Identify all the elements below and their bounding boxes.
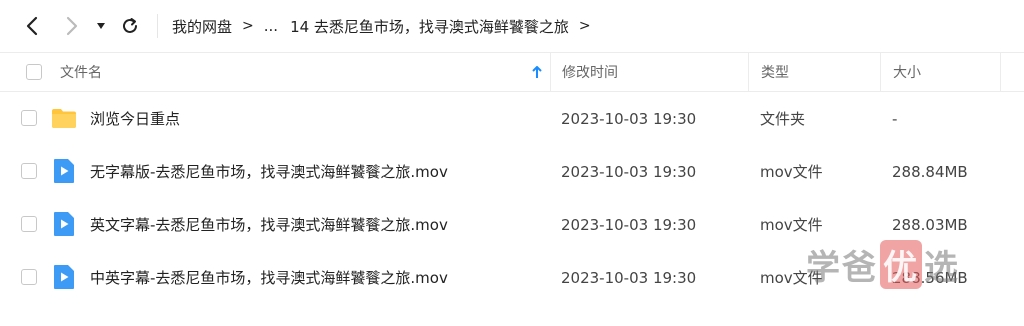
toolbar-divider (157, 14, 158, 38)
chevron-left-icon (26, 16, 38, 36)
video-file-icon (54, 265, 74, 289)
file-modified: 2023-10-03 19:30 (561, 268, 697, 287)
breadcrumb-ellipsis[interactable]: ... (264, 17, 278, 35)
file-size: - (892, 109, 898, 128)
column-header-modified[interactable]: 修改时间 (550, 53, 748, 91)
history-dropdown-button[interactable] (90, 12, 112, 40)
forward-button[interactable] (58, 12, 86, 40)
caret-down-icon (97, 23, 105, 29)
column-header-type-label: 类型 (761, 65, 789, 81)
chevron-right-icon (66, 16, 78, 36)
file-modified: 2023-10-03 19:30 (561, 215, 697, 234)
column-header-type[interactable]: 类型 (748, 53, 880, 91)
select-all-checkbox[interactable] (26, 64, 42, 80)
file-name[interactable]: 英文字幕-去悉尼鱼市场，找寻澳式海鲜饕餮之旅.mov (90, 198, 448, 251)
sort-ascending-icon[interactable] (532, 66, 542, 79)
table-row[interactable]: 无字幕版-去悉尼鱼市场，找寻澳式海鲜饕餮之旅.mov 2023-10-03 19… (0, 145, 1024, 198)
file-name[interactable]: 浏览今日重点 (90, 92, 180, 145)
breadcrumb-current[interactable]: 14 去悉尼鱼市场，找寻澳式海鲜饕餮之旅 (290, 16, 569, 37)
watermark-text-2: 选 (924, 247, 960, 288)
file-type: mov文件 (760, 163, 823, 181)
toolbar: 我的网盘 > ... 14 去悉尼鱼市场，找寻澳式海鲜饕餮之旅 > (0, 0, 1024, 52)
table-row[interactable]: 浏览今日重点 2023-10-03 19:30 文件夹 - (0, 92, 1024, 145)
select-all-cell (26, 53, 42, 91)
column-header-modified-label: 修改时间 (562, 65, 618, 81)
file-modified: 2023-10-03 19:30 (561, 162, 697, 181)
breadcrumb-separator: > (578, 18, 591, 34)
file-name[interactable]: 无字幕版-去悉尼鱼市场，找寻澳式海鲜饕餮之旅.mov (90, 145, 448, 198)
breadcrumb-separator: > (242, 18, 254, 34)
row-checkbox[interactable] (21, 269, 37, 285)
table-header: 文件名 修改时间 类型 大小 (0, 52, 1024, 92)
watermark-text-1: 学爸 (806, 247, 878, 288)
row-checkbox[interactable] (21, 163, 37, 179)
file-type: 文件夹 (760, 110, 806, 128)
column-header-name-label: 文件名 (60, 65, 102, 81)
column-header-filler (1000, 53, 1024, 91)
file-size: 288.84MB (892, 162, 968, 181)
video-file-icon (54, 212, 74, 236)
watermark-accent: 优 (880, 239, 922, 289)
breadcrumb: 我的网盘 > ... 14 去悉尼鱼市场，找寻澳式海鲜饕餮之旅 > (172, 15, 601, 37)
file-name[interactable]: 中英字幕-去悉尼鱼市场，找寻澳式海鲜饕餮之旅.mov (90, 251, 448, 304)
row-checkbox[interactable] (21, 110, 37, 126)
column-header-size[interactable]: 大小 (880, 53, 1000, 91)
video-file-icon (54, 159, 74, 183)
refresh-button[interactable] (116, 12, 144, 40)
column-header-name[interactable]: 文件名 (60, 53, 550, 91)
row-checkbox[interactable] (21, 216, 37, 232)
folder-icon (52, 109, 76, 128)
back-button[interactable] (18, 12, 46, 40)
breadcrumb-root[interactable]: 我的网盘 (172, 16, 232, 37)
column-header-size-label: 大小 (893, 65, 921, 81)
refresh-icon (123, 18, 137, 33)
file-modified: 2023-10-03 19:30 (561, 109, 697, 128)
watermark-logo: 学爸 优 选 (806, 239, 986, 289)
